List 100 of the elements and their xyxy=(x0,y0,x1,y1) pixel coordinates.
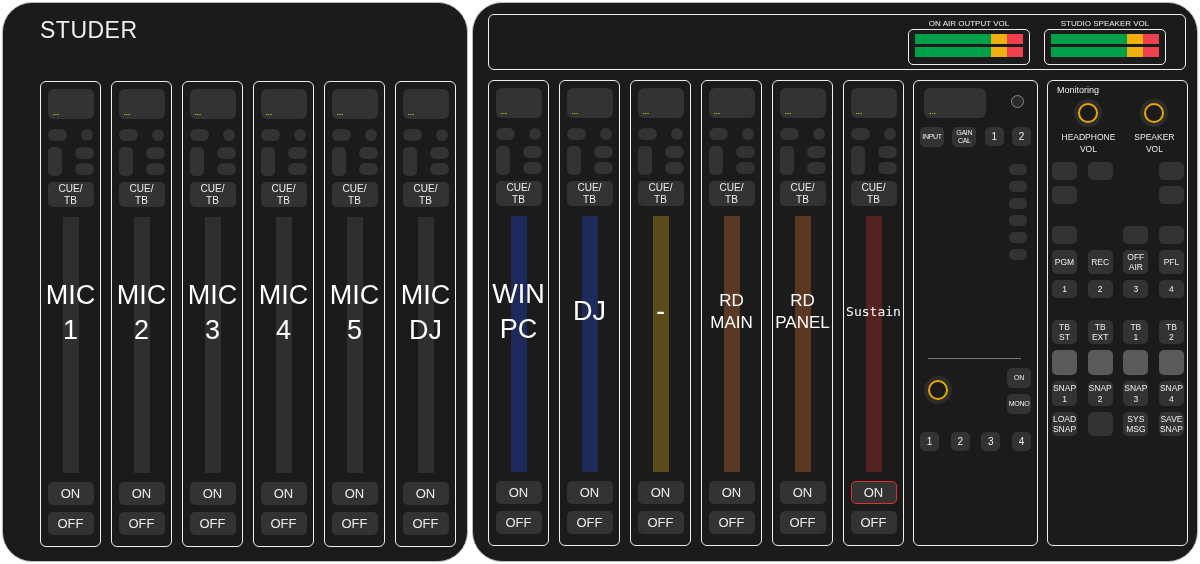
blank-button[interactable] xyxy=(708,146,723,175)
off-button[interactable]: OFF xyxy=(566,511,613,534)
blank-button[interactable] xyxy=(664,146,684,158)
off-button[interactable]: OFF xyxy=(189,512,236,535)
blank-button[interactable] xyxy=(664,162,684,174)
processor-button[interactable]: 1 xyxy=(984,127,1004,146)
on-button[interactable]: ON xyxy=(637,481,684,504)
blank-button[interactable] xyxy=(80,129,93,141)
blank-button[interactable] xyxy=(1009,164,1027,175)
blank-button[interactable] xyxy=(735,146,755,158)
off-button[interactable]: OFF xyxy=(637,511,684,534)
cue-button[interactable]: CUE/ TB xyxy=(331,182,378,207)
monitor-button[interactable]: SNAP 3 xyxy=(1123,381,1149,406)
blank-button[interactable] xyxy=(806,146,826,158)
blank-button[interactable] xyxy=(1087,161,1113,180)
monitor-button[interactable]: REC xyxy=(1087,249,1113,274)
off-button[interactable]: OFF xyxy=(47,512,94,535)
cue-button[interactable]: CUE/ TB xyxy=(566,181,613,206)
blank-button[interactable] xyxy=(402,129,422,141)
blank-button[interactable] xyxy=(637,128,657,140)
blank-button[interactable] xyxy=(528,128,541,140)
on-button[interactable]: ON xyxy=(331,482,378,505)
off-button[interactable]: OFF xyxy=(495,511,542,534)
on-button[interactable]: ON xyxy=(260,482,307,505)
blank-button[interactable] xyxy=(1009,232,1027,243)
cue-button[interactable]: CUE/ TB xyxy=(495,181,542,206)
blank-button[interactable] xyxy=(47,147,62,176)
blank-button[interactable] xyxy=(593,146,613,158)
off-button[interactable]: OFF xyxy=(331,512,378,535)
pad-button[interactable] xyxy=(1158,350,1184,376)
blank-button[interactable] xyxy=(1087,411,1113,437)
processor-button[interactable]: 2 xyxy=(950,432,970,451)
blank-button[interactable] xyxy=(145,147,165,159)
blank-button[interactable] xyxy=(260,129,280,141)
blank-button[interactable] xyxy=(1158,225,1184,244)
blank-button[interactable] xyxy=(287,147,307,159)
monitor-button[interactable]: 4 xyxy=(1158,280,1184,298)
off-button[interactable]: OFF xyxy=(850,511,897,534)
blank-button[interactable] xyxy=(402,147,417,176)
blank-button[interactable] xyxy=(151,129,164,141)
pad-button[interactable] xyxy=(1052,350,1077,376)
pad-button[interactable] xyxy=(1087,350,1113,376)
blank-button[interactable] xyxy=(1009,249,1027,260)
blank-button[interactable] xyxy=(74,163,94,175)
on-button[interactable]: ON xyxy=(566,481,613,504)
blank-button[interactable] xyxy=(1052,161,1077,180)
on-button[interactable]: ON xyxy=(118,482,165,505)
blank-button[interactable] xyxy=(1158,161,1184,180)
fader-track[interactable] xyxy=(652,216,669,472)
blank-button[interactable] xyxy=(593,162,613,174)
processor-button[interactable]: 3 xyxy=(981,432,1001,451)
blank-button[interactable] xyxy=(287,163,307,175)
blank-button[interactable] xyxy=(708,128,728,140)
blank-button[interactable] xyxy=(47,129,67,141)
monitor-button[interactable]: TB 2 xyxy=(1158,320,1184,345)
on-button[interactable]: ON xyxy=(779,481,826,504)
blank-button[interactable] xyxy=(429,163,449,175)
blank-button[interactable] xyxy=(1123,225,1149,244)
blank-button[interactable] xyxy=(216,147,236,159)
blank-button[interactable] xyxy=(364,129,377,141)
blank-button[interactable] xyxy=(216,163,236,175)
on-button[interactable]: ON xyxy=(47,482,94,505)
blank-button[interactable] xyxy=(118,129,138,141)
processor-button[interactable]: 2 xyxy=(1012,127,1031,146)
blank-button[interactable] xyxy=(1009,181,1027,192)
blank-button[interactable] xyxy=(566,146,581,175)
pad-button[interactable] xyxy=(1123,350,1149,376)
blank-button[interactable] xyxy=(1009,198,1027,209)
monitor-button[interactable]: 3 xyxy=(1123,280,1149,298)
blank-button[interactable] xyxy=(779,146,794,175)
cue-button[interactable]: CUE/ TB xyxy=(779,181,826,206)
on-button[interactable]: ON xyxy=(850,481,897,504)
knob[interactable] xyxy=(924,376,952,404)
blank-button[interactable] xyxy=(1052,225,1077,244)
blank-button[interactable] xyxy=(260,147,275,176)
blank-button[interactable] xyxy=(435,129,448,141)
blank-button[interactable] xyxy=(293,129,306,141)
blank-button[interactable] xyxy=(522,162,542,174)
blank-button[interactable] xyxy=(850,128,870,140)
blank-button[interactable] xyxy=(883,128,896,140)
cue-button[interactable]: CUE/ TB xyxy=(118,182,165,207)
off-button[interactable]: OFF xyxy=(118,512,165,535)
monitor-button[interactable]: 1 xyxy=(1052,280,1077,298)
blank-button[interactable] xyxy=(331,147,346,176)
blank-button[interactable] xyxy=(599,128,612,140)
off-button[interactable]: OFF xyxy=(402,512,449,535)
on-button[interactable]: ON xyxy=(495,481,542,504)
monitor-button[interactable]: SYS MSG xyxy=(1123,411,1149,437)
off-button[interactable]: OFF xyxy=(708,511,755,534)
cue-button[interactable]: CUE/ TB xyxy=(47,182,94,207)
blank-button[interactable] xyxy=(189,129,209,141)
blank-button[interactable] xyxy=(877,162,897,174)
monitor-button[interactable]: SNAP 2 xyxy=(1087,381,1113,406)
knob[interactable] xyxy=(1074,99,1103,127)
monitor-button[interactable]: 2 xyxy=(1087,280,1113,298)
monitor-button[interactable]: PFL xyxy=(1158,249,1184,274)
blank-button[interactable] xyxy=(118,147,133,176)
monitor-button[interactable]: TB EXT xyxy=(1087,320,1113,345)
cue-button[interactable]: CUE/ TB xyxy=(402,182,449,207)
blank-button[interactable] xyxy=(779,128,799,140)
